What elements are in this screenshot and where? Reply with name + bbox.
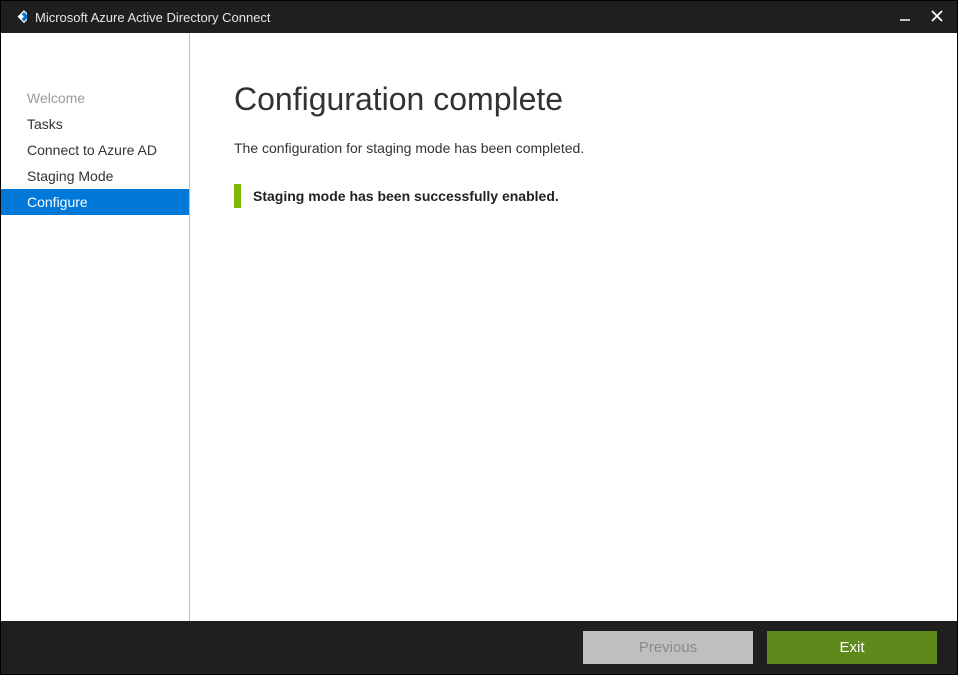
status-message: Staging mode has been successfully enabl… (253, 188, 559, 204)
sidebar-item-welcome[interactable]: Welcome (1, 85, 189, 111)
close-button[interactable] (929, 9, 945, 25)
sidebar-item-tasks[interactable]: Tasks (1, 111, 189, 137)
sidebar-item-connect-azure-ad[interactable]: Connect to Azure AD (1, 137, 189, 163)
titlebar: Microsoft Azure Active Directory Connect (1, 1, 957, 33)
previous-button: Previous (583, 631, 753, 664)
sidebar-item-label: Staging Mode (27, 168, 113, 184)
sidebar-item-label: Connect to Azure AD (27, 142, 157, 158)
main-panel: Configuration complete The configuration… (190, 33, 957, 621)
sidebar-item-configure[interactable]: Configure (1, 189, 189, 215)
app-icon (9, 8, 27, 26)
window-controls (897, 9, 949, 25)
sidebar-item-label: Welcome (27, 90, 85, 106)
sidebar: Welcome Tasks Connect to Azure AD Stagin… (1, 33, 190, 621)
footer: Previous Exit (1, 621, 957, 674)
exit-button[interactable]: Exit (767, 631, 937, 664)
sidebar-item-label: Configure (27, 194, 88, 210)
sidebar-item-staging-mode[interactable]: Staging Mode (1, 163, 189, 189)
page-title: Configuration complete (234, 81, 917, 118)
content-area: Welcome Tasks Connect to Azure AD Stagin… (1, 33, 957, 621)
page-subtitle: The configuration for staging mode has b… (234, 140, 917, 156)
status-row: Staging mode has been successfully enabl… (234, 184, 917, 208)
sidebar-item-label: Tasks (27, 116, 63, 132)
minimize-button[interactable] (897, 9, 913, 25)
success-indicator-icon (234, 184, 241, 208)
window-title: Microsoft Azure Active Directory Connect (35, 10, 897, 25)
